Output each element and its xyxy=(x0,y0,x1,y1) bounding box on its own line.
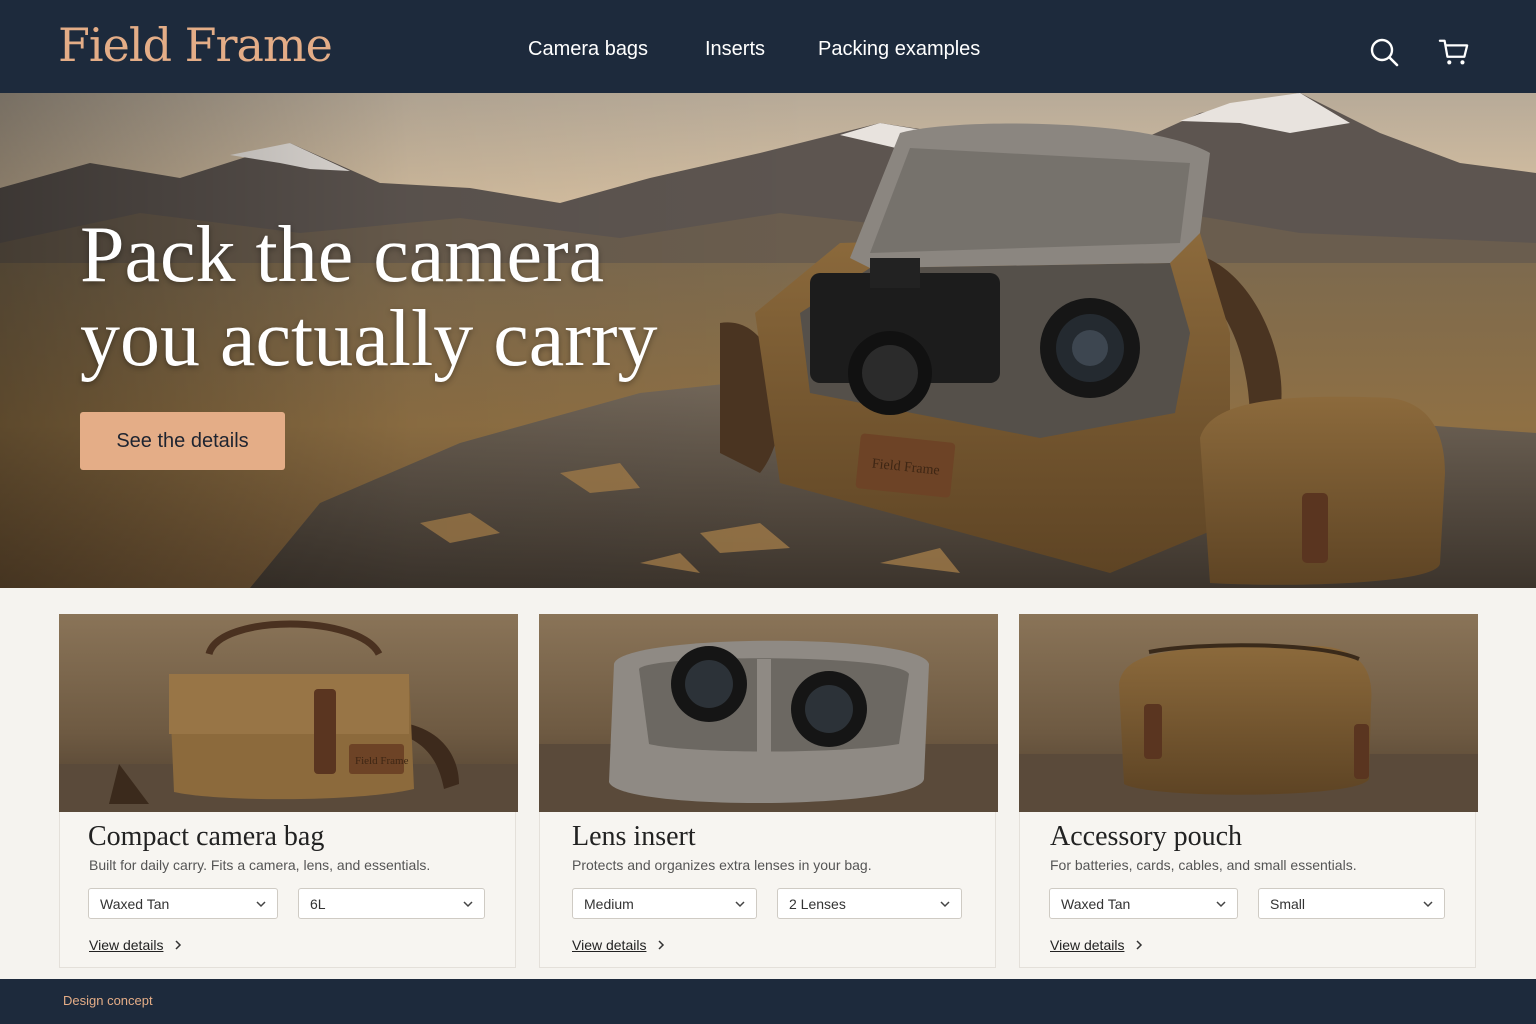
product-title: Accessory pouch xyxy=(1050,821,1243,852)
product-title: Lens insert xyxy=(572,821,696,852)
size-select[interactable]: 6L xyxy=(298,888,485,919)
size-select-value: Medium xyxy=(584,896,634,912)
capacity-select[interactable]: 2 Lenses xyxy=(777,888,962,919)
product-card-compact-camera-bag: Field Frame Compact camera bag Built for… xyxy=(59,614,518,968)
cart-icon[interactable] xyxy=(1438,36,1470,68)
hero-title-line-1: Pack the camera xyxy=(80,211,605,299)
chevron-right-icon xyxy=(175,940,182,950)
product-card-accessory-pouch: Accessory pouch For batteries, cards, ca… xyxy=(1019,614,1478,968)
size-select-value: Small xyxy=(1270,896,1306,912)
see-details-button[interactable]: See the details xyxy=(80,412,285,470)
product-image-compact-camera-bag[interactable]: Field Frame xyxy=(59,614,518,812)
chevron-right-icon xyxy=(1136,940,1143,950)
product-image-lens-insert[interactable] xyxy=(539,614,998,812)
product-card-lens-insert: Lens insert Protects and organizes extra… xyxy=(539,614,998,968)
brand-logo[interactable]: Field Frame xyxy=(58,18,333,72)
color-select[interactable]: Waxed Tan xyxy=(88,888,278,919)
size-select[interactable]: Small xyxy=(1258,888,1445,919)
size-select-value: 6L xyxy=(310,896,326,912)
color-select-value: Waxed Tan xyxy=(100,896,170,912)
footer-note: Design concept xyxy=(63,993,153,1008)
view-details-link[interactable]: View details xyxy=(89,937,182,953)
nav-packing-examples[interactable]: Packing examples xyxy=(818,38,980,61)
bag-patch-label: Field Frame xyxy=(355,755,409,767)
hero-banner: Field Frame Pack the camera you actually… xyxy=(0,93,1536,588)
site-header: Field Frame Camera bags Inserts Packing … xyxy=(0,0,1536,93)
chevron-down-icon xyxy=(256,901,266,908)
product-description: Built for daily carry. Fits a camera, le… xyxy=(89,857,431,873)
chevron-down-icon xyxy=(1216,901,1226,908)
size-select[interactable]: Medium xyxy=(572,888,757,919)
color-select-value: Waxed Tan xyxy=(1061,896,1131,912)
chevron-right-icon xyxy=(658,940,665,950)
chevron-down-icon xyxy=(1423,901,1433,908)
chevron-down-icon xyxy=(940,901,950,908)
search-icon[interactable] xyxy=(1368,36,1400,68)
nav-inserts[interactable]: Inserts xyxy=(705,38,765,61)
view-details-link[interactable]: View details xyxy=(1050,937,1143,953)
view-details-label: View details xyxy=(1050,937,1125,953)
capacity-select-value: 2 Lenses xyxy=(789,896,846,912)
view-details-link[interactable]: View details xyxy=(572,937,665,953)
view-details-label: View details xyxy=(572,937,647,953)
nav-camera-bags[interactable]: Camera bags xyxy=(528,38,648,61)
view-details-label: View details xyxy=(89,937,164,953)
hero-title-line-2: you actually carry xyxy=(80,295,658,383)
site-footer: Design concept xyxy=(0,979,1536,1024)
hero-title: Pack the camera you actually carry xyxy=(80,213,658,381)
chevron-down-icon xyxy=(463,901,473,908)
product-title: Compact camera bag xyxy=(88,821,325,852)
color-select[interactable]: Waxed Tan xyxy=(1049,888,1238,919)
chevron-down-icon xyxy=(735,901,745,908)
product-description: Protects and organizes extra lenses in y… xyxy=(572,857,872,873)
product-image-accessory-pouch[interactable] xyxy=(1019,614,1478,812)
product-description: For batteries, cards, cables, and small … xyxy=(1050,857,1357,873)
